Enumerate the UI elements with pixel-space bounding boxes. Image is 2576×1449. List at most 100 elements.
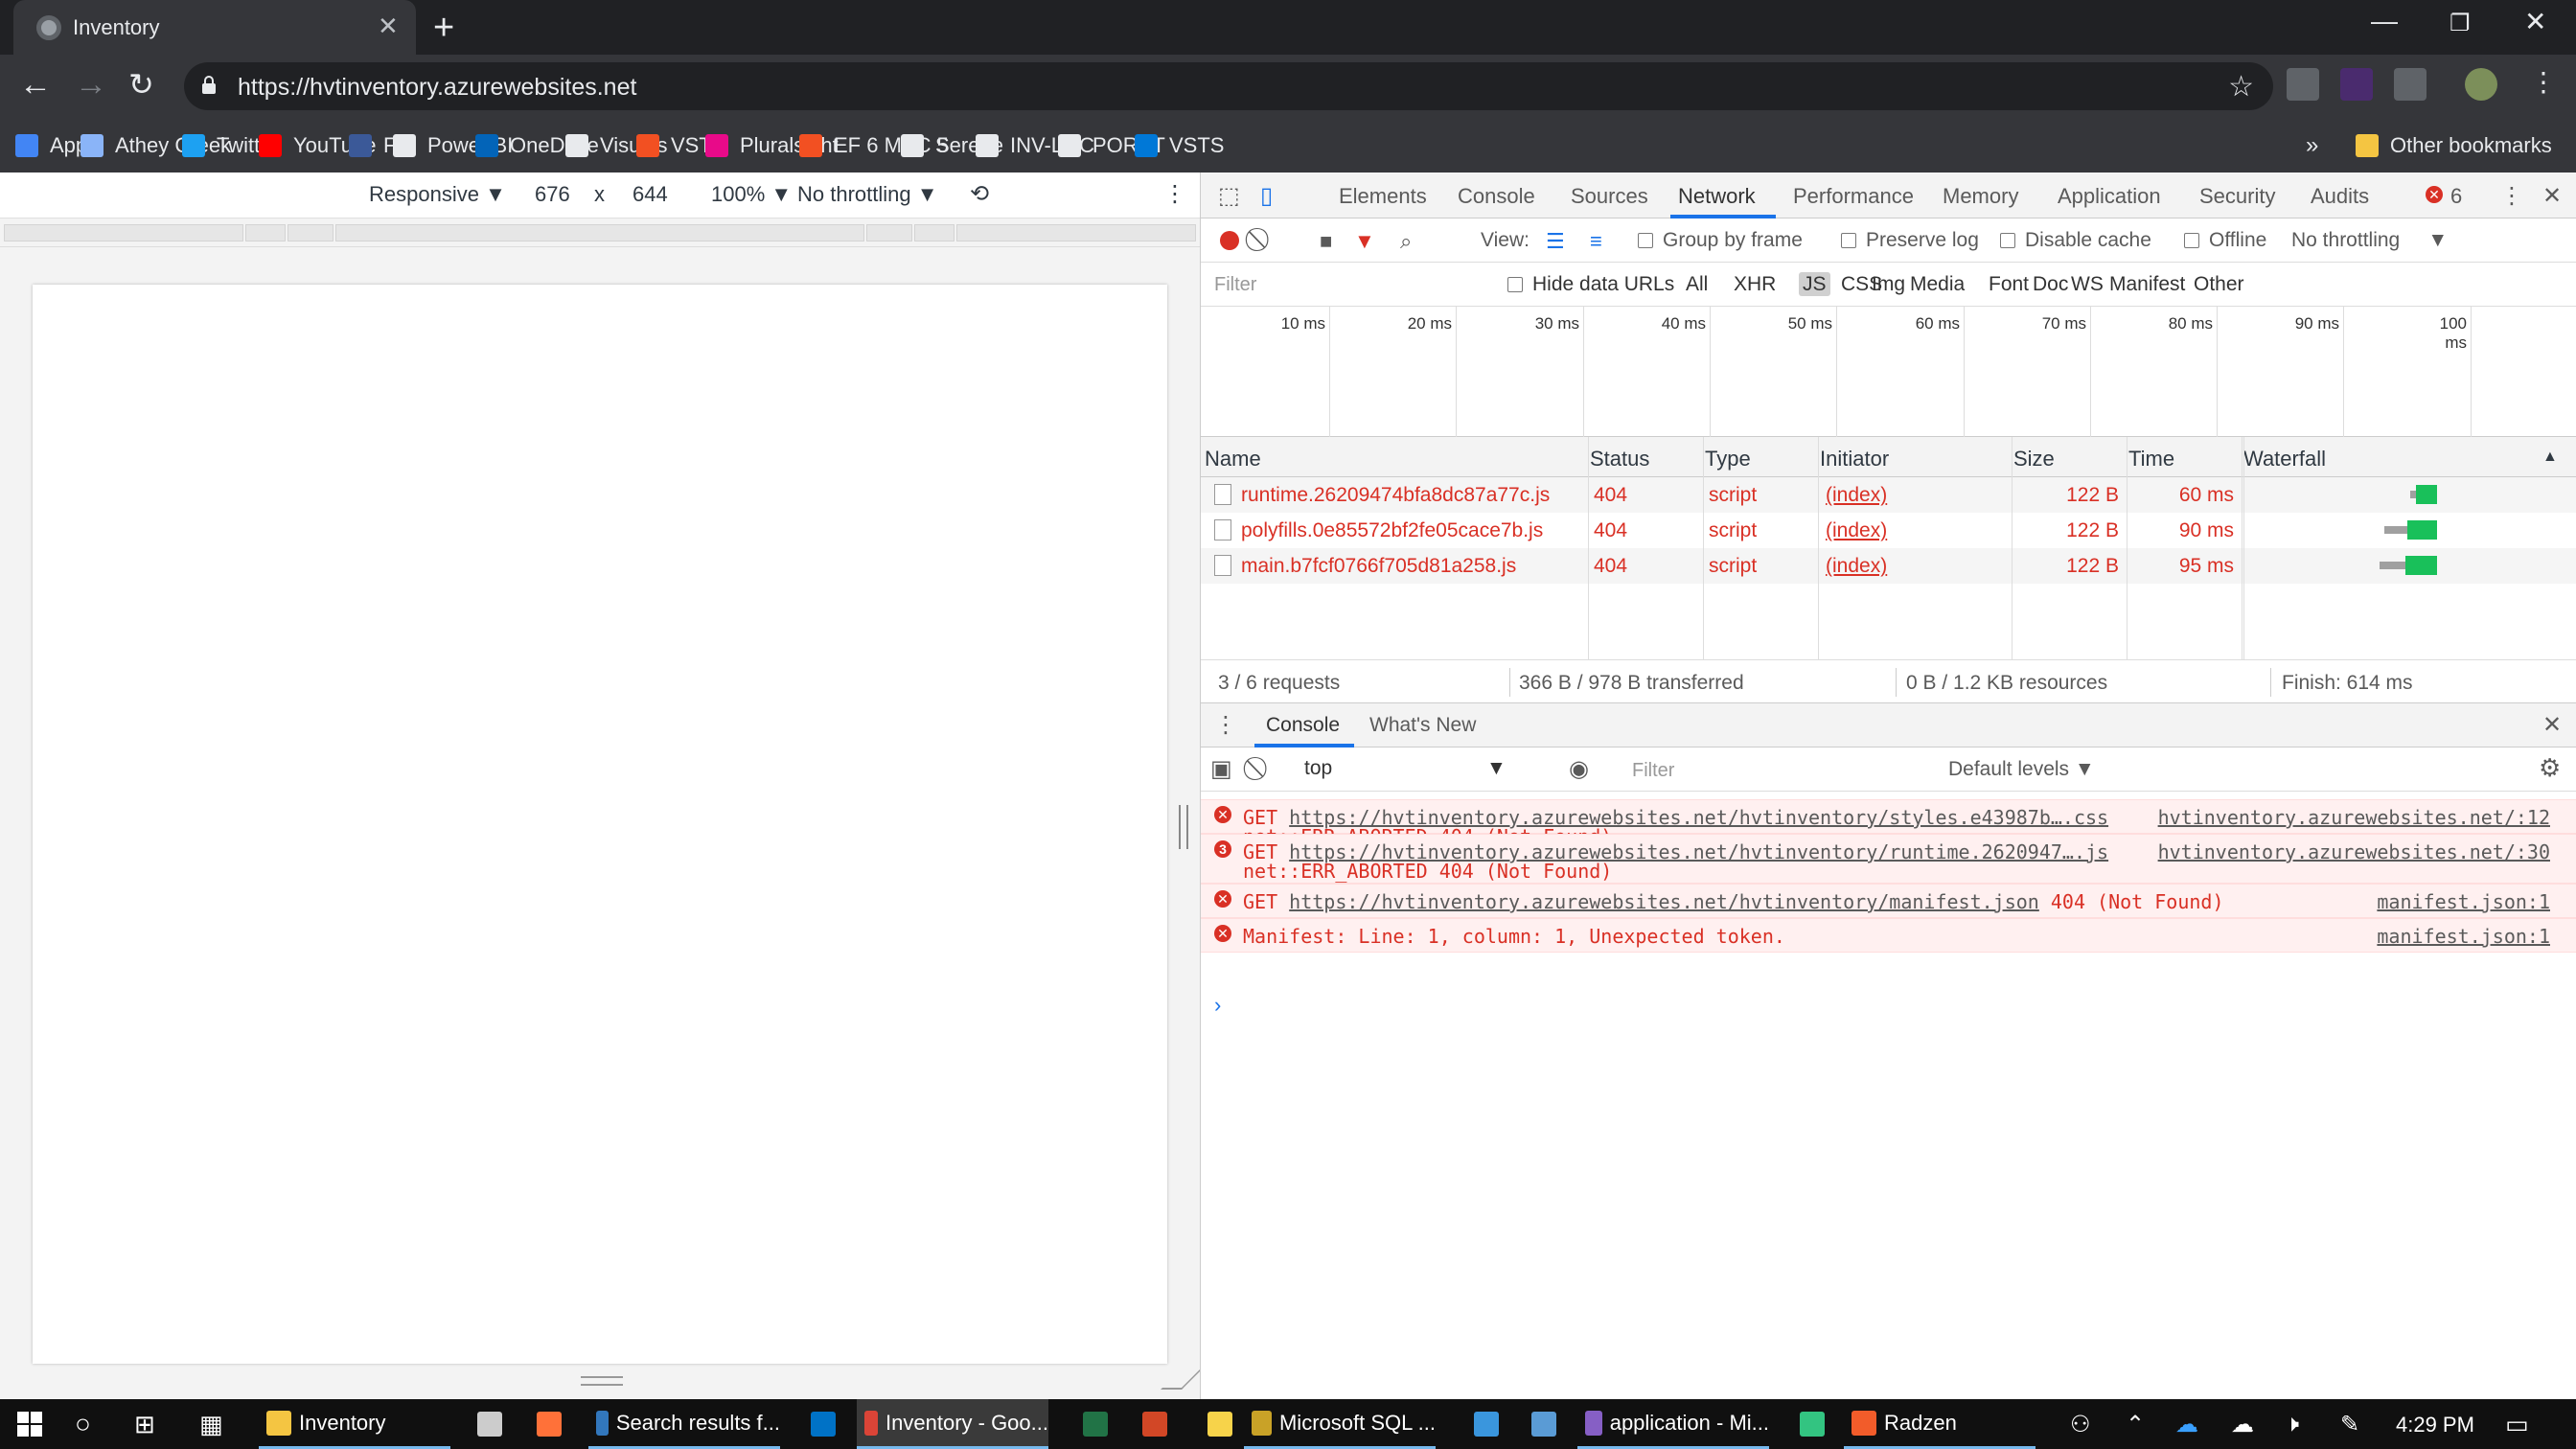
notifications-icon[interactable]: ▭ — [2505, 1399, 2529, 1449]
tab-memory[interactable]: Memory — [1943, 184, 2018, 209]
tab-console[interactable]: Console — [1458, 184, 1535, 209]
tab-close-icon[interactable]: ✕ — [378, 12, 399, 41]
extension-purple-icon[interactable] — [2340, 68, 2373, 101]
filter-type-manifest[interactable]: Manifest — [2109, 273, 2185, 296]
device-width-input[interactable]: 676 — [535, 182, 570, 207]
reload-icon[interactable]: ↻ — [128, 66, 154, 103]
drawer-menu-icon[interactable]: ⋮ — [1214, 711, 1237, 739]
console-source-link[interactable]: hvtinventory.azurewebsites.net/:12 — [2158, 806, 2550, 829]
column-name[interactable]: Name — [1205, 447, 1261, 472]
sidebar-toggle-icon[interactable]: ▣ — [1210, 755, 1232, 783]
cloud-tray-icon[interactable]: ☁ — [2231, 1399, 2254, 1449]
console-source-link[interactable]: manifest.json:1 — [2377, 890, 2550, 913]
taskbar-item-5[interactable]: Inventory - Goo... — [857, 1399, 1048, 1449]
window-close-icon[interactable]: ✕ — [2524, 6, 2546, 37]
profile-avatar[interactable] — [2465, 68, 2497, 101]
overview-icon[interactable]: ≡ — [1590, 229, 1602, 254]
request-row[interactable]: runtime.26209474bfa8dc87a77c.js 404 script… — [1201, 477, 2576, 513]
calculator-icon[interactable]: ▦ — [199, 1399, 223, 1449]
offline-checkbox[interactable]: Offline — [2184, 229, 2266, 252]
taskbar-item-10[interactable] — [1466, 1399, 1506, 1449]
column-time[interactable]: Time — [2128, 447, 2174, 472]
request-name[interactable]: runtime.26209474bfa8dc87a77c.js — [1241, 484, 1550, 507]
request-row[interactable]: main.b7fcf0766f705d81a258.js 404 script (in… — [1201, 548, 2576, 584]
task-view-icon[interactable]: ⊞ — [134, 1399, 155, 1449]
large-rows-icon[interactable]: ☰ — [1546, 229, 1565, 254]
inspect-element-icon[interactable]: ⬚ — [1218, 182, 1240, 210]
taskbar-item-6[interactable] — [1075, 1399, 1116, 1449]
bookmark-star-icon[interactable]: ☆ — [2228, 70, 2254, 104]
sort-asc-icon[interactable]: ▲ — [2542, 448, 2558, 466]
people-icon[interactable]: ⚇ — [2070, 1399, 2091, 1449]
filter-type-js[interactable]: JS — [1799, 272, 1830, 296]
request-name[interactable]: polyfills.0e85572bf2fe05cace7b.js — [1241, 519, 1543, 542]
filter-type-all[interactable]: All — [1686, 273, 1708, 296]
cortana-search-icon[interactable]: ○ — [75, 1399, 91, 1449]
filter-funnel-icon[interactable]: ▼ — [1354, 229, 1375, 254]
taskbar-item-0[interactable]: Inventory — [259, 1399, 450, 1449]
devtools-menu-icon[interactable]: ⋮ — [2500, 182, 2523, 210]
tab-application[interactable]: Application — [2058, 184, 2161, 209]
resize-handle-bottom[interactable] — [581, 1376, 623, 1386]
taskbar-item-3[interactable]: Search results f... — [588, 1399, 780, 1449]
column-status[interactable]: Status — [1590, 447, 1649, 472]
network-throttle-select[interactable]: No throttling ▼ — [2291, 229, 2448, 252]
minimize-icon[interactable]: — — [2371, 6, 2398, 36]
taskbar-item-2[interactable] — [529, 1399, 569, 1449]
console-prompt[interactable]: › — [1214, 993, 1221, 1018]
console-url-link[interactable]: https://hvtinventory.azurewebsites.net/h… — [1289, 890, 2039, 913]
tab-sources[interactable]: Sources — [1571, 184, 1648, 209]
media-query-bar[interactable] — [0, 218, 1200, 247]
back-icon[interactable]: ← — [19, 66, 52, 104]
tray-chevron-icon[interactable]: ⌃ — [2126, 1399, 2145, 1449]
eye-icon[interactable]: ◉ — [1569, 755, 1589, 783]
console-error-row[interactable]: 3 GET https://hvtinventory.azurewebsites.… — [1201, 834, 2576, 884]
filter-type-xhr[interactable]: XHR — [1734, 273, 1776, 296]
hide-data-urls-checkbox[interactable]: Hide data URLs — [1507, 273, 1674, 296]
chrome-menu-icon[interactable]: ⋮ — [2530, 66, 2557, 98]
column-initiator[interactable]: Initiator — [1820, 447, 1889, 472]
request-name[interactable]: main.b7fcf0766f705d81a258.js — [1241, 555, 1516, 578]
taskbar-item-13[interactable] — [1792, 1399, 1832, 1449]
preserve-log-checkbox[interactable]: Preserve log — [1841, 229, 1979, 252]
device-menu-icon[interactable]: ⋮ — [1163, 180, 1186, 208]
tab-performance[interactable]: Performance — [1793, 184, 1914, 209]
request-initiator[interactable]: (index) — [1826, 519, 1887, 542]
filter-type-doc[interactable]: Doc — [2033, 273, 2068, 296]
device-toggle-icon[interactable]: ▯ — [1260, 182, 1273, 210]
rotate-icon[interactable]: ⟲ — [970, 180, 989, 208]
console-filter-input[interactable]: Filter — [1622, 755, 1910, 786]
filter-type-ws[interactable]: WS — [2071, 273, 2104, 296]
other-bookmarks[interactable]: Other bookmarks — [2356, 119, 2552, 172]
browser-tab[interactable]: Inventory ✕ — [13, 0, 416, 55]
filter-type-other[interactable]: Other — [2194, 273, 2244, 296]
new-tab-icon[interactable]: + — [433, 8, 454, 49]
resize-handle-right[interactable] — [1179, 805, 1188, 849]
console-source-link[interactable]: hvtinventory.azurewebsites.net/:30 — [2158, 840, 2550, 863]
request-initiator[interactable]: (index) — [1826, 484, 1887, 507]
onedrive-tray-icon[interactable]: ☁ — [2175, 1399, 2198, 1449]
extension-media-icon[interactable] — [2394, 68, 2426, 101]
taskbar-item-9[interactable]: Microsoft SQL ... — [1244, 1399, 1436, 1449]
column-waterfall[interactable]: Waterfall — [2243, 447, 2326, 472]
taskbar-item-4[interactable] — [803, 1399, 843, 1449]
taskbar-item-11[interactable] — [1524, 1399, 1564, 1449]
console-source-link[interactable]: manifest.json:1 — [2377, 925, 2550, 948]
log-levels-select[interactable]: Default levels ▼ — [1948, 758, 2095, 781]
drawer-tab-console[interactable]: Console — [1266, 714, 1340, 737]
address-url[interactable]: https://hvtinventory.azurewebsites.net — [238, 74, 636, 102]
request-row[interactable]: polyfills.0e85572bf2fe05cace7b.js 404 scri… — [1201, 513, 2576, 548]
filter-type-img[interactable]: Img — [1872, 273, 1905, 296]
error-count[interactable]: 6 — [2450, 184, 2462, 209]
device-throttle-select[interactable]: No throttling ▼ — [797, 182, 938, 207]
windows-start-icon[interactable] — [17, 1399, 42, 1449]
extension-1b-icon[interactable] — [2287, 68, 2319, 101]
device-mode-select[interactable]: Responsive ▼ — [369, 182, 506, 207]
forward-icon[interactable]: → — [75, 66, 107, 104]
disable-cache-checkbox[interactable]: Disable cache — [2000, 229, 2151, 252]
filter-type-media[interactable]: Media — [1910, 273, 1965, 296]
bookmark-14[interactable]: VSTS — [1135, 119, 1224, 172]
network-overview[interactable]: 10 ms 20 ms 30 ms 40 ms 50 ms 60 ms 70 ms 80 ms… — [1201, 307, 2576, 437]
volume-icon[interactable]: 🕨 — [2285, 1399, 2299, 1449]
devtools-close-icon[interactable]: ✕ — [2542, 182, 2562, 210]
